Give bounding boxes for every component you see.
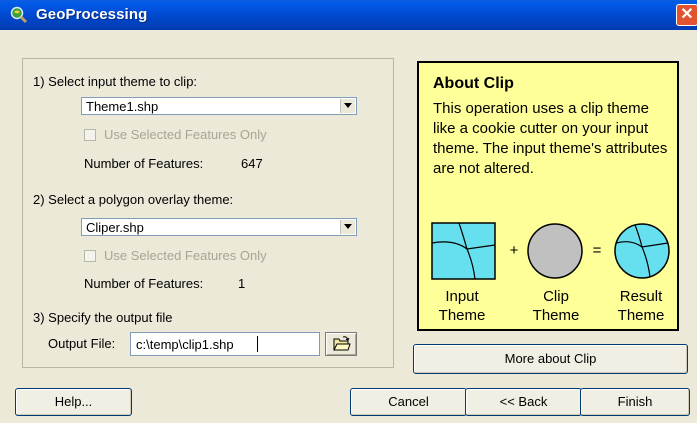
output-file-label: Output File: [48, 336, 116, 351]
input-use-selected-checkbox[interactable] [84, 129, 96, 141]
input-theme-dropdown[interactable]: Theme1.shp [81, 97, 357, 115]
browse-button[interactable] [325, 332, 357, 356]
clip-theme-caption: Clip Theme [521, 287, 591, 325]
open-folder-icon [333, 336, 351, 351]
finish-button[interactable]: Finish [580, 388, 690, 416]
text-caret [257, 336, 258, 352]
overlay-theme-value: Cliper.shp [86, 220, 144, 235]
caption-text: Clip Theme [532, 288, 580, 324]
input-use-selected-label: Use Selected Features Only [104, 127, 267, 142]
chevron-down-icon[interactable] [340, 220, 355, 234]
input-theme-illustration [431, 222, 496, 280]
result-theme-caption: Result Theme [605, 287, 677, 325]
result-theme-illustration [614, 223, 670, 279]
about-clip-panel: About Clip This operation uses a clip th… [417, 61, 679, 331]
overlay-use-selected-checkbox[interactable] [84, 250, 96, 262]
clip-theme-illustration [527, 223, 583, 279]
window-title: GeoProcessing [36, 6, 148, 23]
output-file-input[interactable]: c:\temp\clip1.shp [130, 332, 320, 356]
overlay-theme-dropdown[interactable]: Cliper.shp [81, 218, 357, 236]
plus-sign: + [510, 242, 519, 259]
step3-label: 3) Specify the output file [33, 310, 173, 325]
magnifier-globe-icon [10, 6, 28, 24]
output-file-value: c:\temp\clip1.shp [136, 337, 234, 352]
title-bar: GeoProcessing ✕ [0, 0, 697, 30]
cancel-button[interactable]: Cancel [350, 388, 467, 416]
more-about-clip-button[interactable]: More about Clip [413, 344, 688, 374]
help-button[interactable]: Help... [15, 388, 132, 416]
equals-sign: = [593, 242, 602, 259]
step1-label: 1) Select input theme to clip: [33, 74, 198, 89]
input-feature-count-value: 647 [241, 156, 263, 171]
back-button[interactable]: << Back [465, 388, 582, 416]
input-theme-value: Theme1.shp [86, 99, 159, 114]
overlay-feature-count-label: Number of Features: [84, 276, 204, 291]
caption-text: Input Theme [438, 288, 486, 324]
overlay-use-selected-label: Use Selected Features Only [104, 248, 267, 263]
close-button[interactable]: ✕ [676, 4, 697, 26]
caption-text: Result Theme [617, 288, 665, 324]
step2-label: 2) Select a polygon overlay theme: [33, 192, 234, 207]
overlay-feature-count-value: 1 [238, 276, 246, 291]
input-theme-caption: Input Theme [427, 287, 497, 325]
input-feature-count-label: Number of Features: [84, 156, 204, 171]
chevron-down-icon[interactable] [340, 99, 355, 113]
